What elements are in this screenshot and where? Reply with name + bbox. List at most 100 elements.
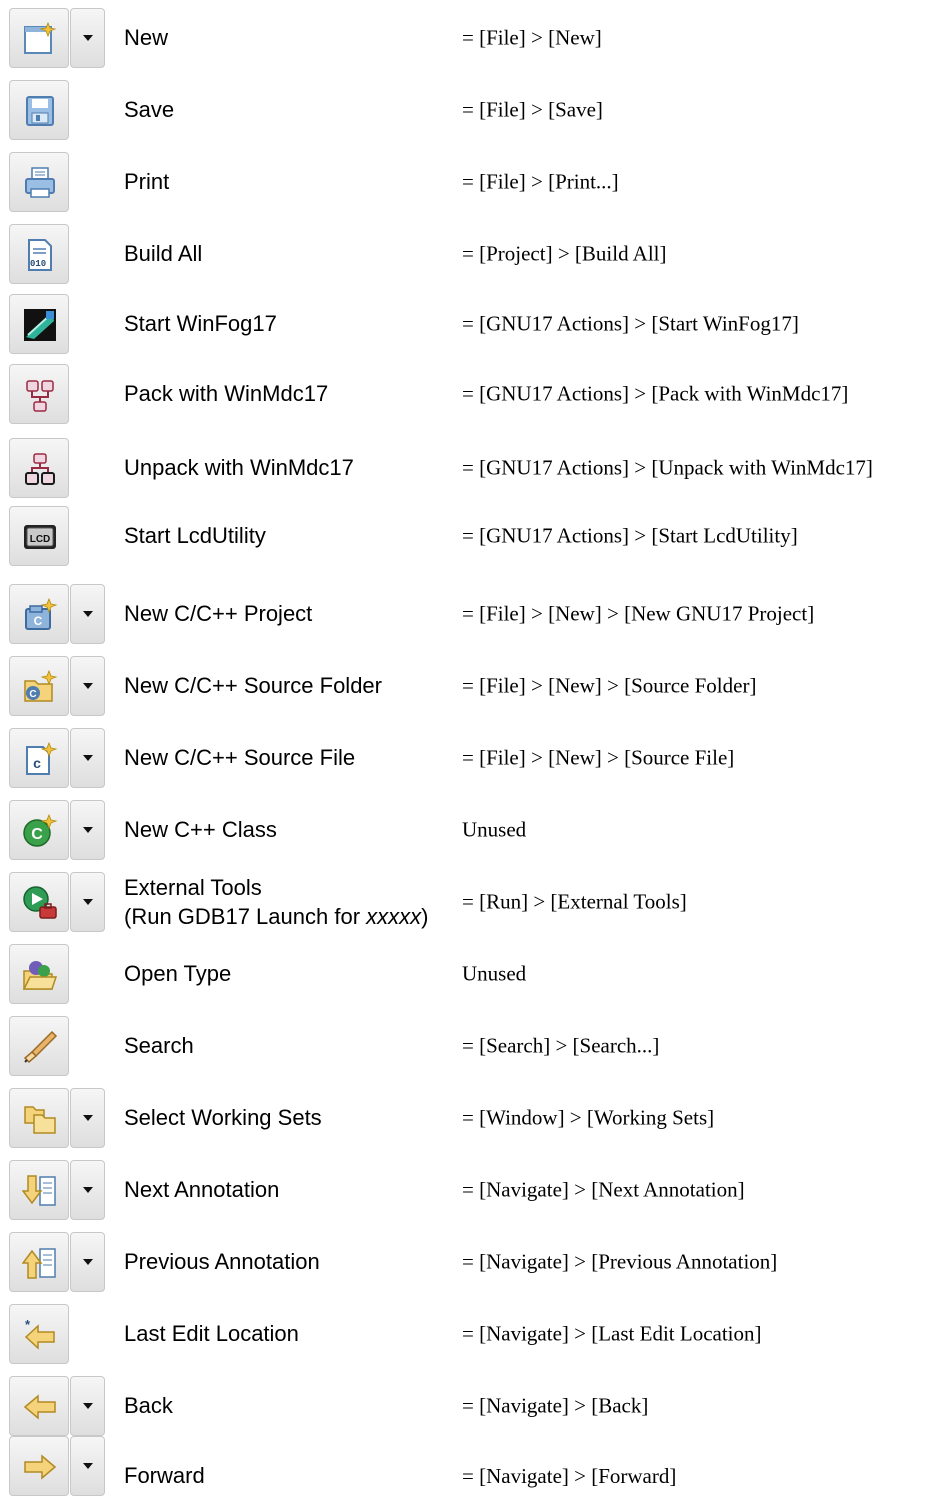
chevron-down-icon	[83, 1115, 93, 1121]
new-c-project-button[interactable]: C	[9, 584, 69, 644]
new-c-project-dropdown-button[interactable]	[70, 584, 105, 644]
new-source-folder-button[interactable]: C	[9, 656, 69, 716]
forward-dropdown-button[interactable]	[70, 1436, 105, 1496]
pack-icon	[26, 380, 54, 412]
previous-annotation-dropdown-button[interactable]	[70, 1232, 105, 1292]
tool-name: External Tools (Run GDB17 Launch for xxx…	[124, 873, 428, 931]
unpack-winmdc17-button[interactable]	[9, 438, 69, 498]
last-edit-location-icon: *	[24, 1317, 55, 1350]
chevron-down-icon	[83, 1463, 93, 1469]
tool-name: Next Annotation	[124, 1177, 280, 1202]
toolbar-row-print: Print = [File] > [Print...]	[0, 150, 933, 214]
next-annotation-icon	[22, 1175, 56, 1206]
tool-name: Open Type	[124, 961, 232, 986]
build-all-icon: 010	[28, 239, 52, 271]
tool-name: New C/C++ Source File	[124, 745, 356, 770]
tool-name: New C/C++ Project	[124, 601, 313, 626]
new-dropdown-button[interactable]	[70, 8, 105, 68]
toolbar-row-new-class: C New C++ Class Unused	[0, 798, 933, 862]
tool-name: Search	[124, 1033, 194, 1058]
toolbar-row-unpack-winmdc17: Unpack with WinMdc17 = [GNU17 Actions] >…	[0, 436, 933, 500]
back-button[interactable]	[9, 1376, 69, 1436]
menu-path: = [GNU17 Actions] > [Start LcdUtility]	[462, 523, 798, 548]
lcd-icon: LCD	[24, 525, 56, 549]
tool-name-line2-prefix: (Run GDB17 Launch for	[124, 904, 367, 929]
tool-name-line1: External Tools	[124, 875, 262, 900]
tool-name: New	[124, 25, 169, 50]
forward-icon	[24, 1454, 57, 1480]
next-annotation-button[interactable]	[9, 1160, 69, 1220]
tool-name: Forward	[124, 1463, 205, 1488]
toolbar-row-pack-winmdc17: Pack with WinMdc17 = [GNU17 Actions] > […	[0, 362, 933, 426]
menu-path: = [Navigate] > [Next Annotation]	[462, 1177, 745, 1202]
new-source-file-dropdown-button[interactable]	[70, 728, 105, 788]
menu-path: Unused	[462, 817, 527, 842]
new-source-file-icon: c	[26, 741, 58, 775]
new-button[interactable]	[9, 8, 69, 68]
new-source-folder-dropdown-button[interactable]	[70, 656, 105, 716]
tool-name: Unpack with WinMdc17	[124, 455, 354, 480]
chevron-down-icon	[83, 611, 93, 617]
new-source-file-button[interactable]: c	[9, 728, 69, 788]
unpack-icon	[25, 453, 55, 485]
chevron-down-icon	[83, 683, 93, 689]
toolbar-row-last-edit-location: * Last Edit Location = [Navigate] > [Las…	[0, 1302, 933, 1366]
toolbar-row-previous-annotation: Previous Annotation = [Navigate] > [Prev…	[0, 1230, 933, 1294]
toolbar-row-build-all: 010 Build All = [Project] > [Build All]	[0, 222, 933, 286]
menu-path: = [Run] > [External Tools]	[462, 889, 687, 914]
tool-name-line2: (Run GDB17 Launch for xxxxx)	[124, 902, 428, 931]
toolbar-row-start-lcdutility: LCD Start LcdUtility = [GNU17 Actions] >…	[0, 504, 933, 568]
chevron-down-icon	[83, 1403, 93, 1409]
svg-text:C: C	[34, 614, 43, 628]
next-annotation-dropdown-button[interactable]	[70, 1160, 105, 1220]
search-button[interactable]	[9, 1016, 69, 1076]
tool-name: Last Edit Location	[124, 1321, 299, 1346]
print-button[interactable]	[9, 152, 69, 212]
winfog-icon	[24, 309, 56, 341]
chevron-down-icon	[83, 899, 93, 905]
external-tools-icon	[23, 886, 57, 919]
menu-path: = [Navigate] > [Forward]	[462, 1464, 677, 1488]
new-class-button[interactable]: C	[9, 800, 69, 860]
chevron-down-icon	[83, 827, 93, 833]
build-all-button[interactable]: 010	[9, 224, 69, 284]
open-type-button[interactable]	[9, 944, 69, 1004]
select-working-sets-dropdown-button[interactable]	[70, 1088, 105, 1148]
new-wizard-icon	[24, 21, 57, 54]
tool-name: Start WinFog17	[124, 311, 277, 336]
menu-path: = [File] > [New] > [Source Folder]	[462, 673, 757, 698]
tool-name: Start LcdUtility	[124, 523, 266, 548]
forward-button[interactable]	[9, 1436, 69, 1496]
start-winfog17-button[interactable]	[9, 294, 69, 354]
menu-path: = [GNU17 Actions] > [Unpack with WinMdc1…	[462, 455, 873, 480]
previous-annotation-button[interactable]	[9, 1232, 69, 1292]
toolbar-row-new-source-file: c New C/C++ Source File = [File] > [New]…	[0, 726, 933, 790]
back-dropdown-button[interactable]	[70, 1376, 105, 1436]
tool-name: New C++ Class	[124, 817, 277, 842]
toolbar-row-external-tools: External Tools (Run GDB17 Launch for xxx…	[0, 870, 933, 934]
tool-name-line2-suffix: )	[421, 904, 429, 929]
toolbar-row-save: Save = [File] > [Save]	[0, 78, 933, 142]
tool-name: New C/C++ Source Folder	[124, 673, 382, 698]
menu-path: = [GNU17 Actions] > [Pack with WinMdc17]	[462, 381, 849, 406]
svg-text:LCD: LCD	[30, 534, 51, 545]
menu-path: = [File] > [Save]	[462, 97, 603, 122]
menu-path: = [GNU17 Actions] > [Start WinFog17]	[462, 311, 799, 336]
toolbar-row-new: New = [File] > [New]	[0, 6, 933, 70]
select-working-sets-button[interactable]	[9, 1088, 69, 1148]
tool-name: Select Working Sets	[124, 1105, 322, 1130]
tool-name: Print	[124, 169, 170, 194]
toolbar-row-open-type: Open Type Unused	[0, 942, 933, 1006]
external-tools-button[interactable]	[9, 872, 69, 932]
toolbar-row-forward: Forward = [Navigate] > [Forward]	[0, 1428, 933, 1496]
pack-winmdc17-button[interactable]	[9, 364, 69, 424]
external-tools-dropdown-button[interactable]	[70, 872, 105, 932]
start-lcdutility-button[interactable]: LCD	[9, 506, 69, 566]
tool-name: Back	[124, 1393, 173, 1418]
save-button[interactable]	[9, 80, 69, 140]
svg-text:010: 010	[30, 259, 46, 269]
new-class-dropdown-button[interactable]	[70, 800, 105, 860]
svg-text:*: *	[25, 1317, 31, 1332]
last-edit-location-button[interactable]: *	[9, 1304, 69, 1364]
toolbar-row-new-source-folder: C New C/C++ Source Folder = [File] > [Ne…	[0, 654, 933, 718]
